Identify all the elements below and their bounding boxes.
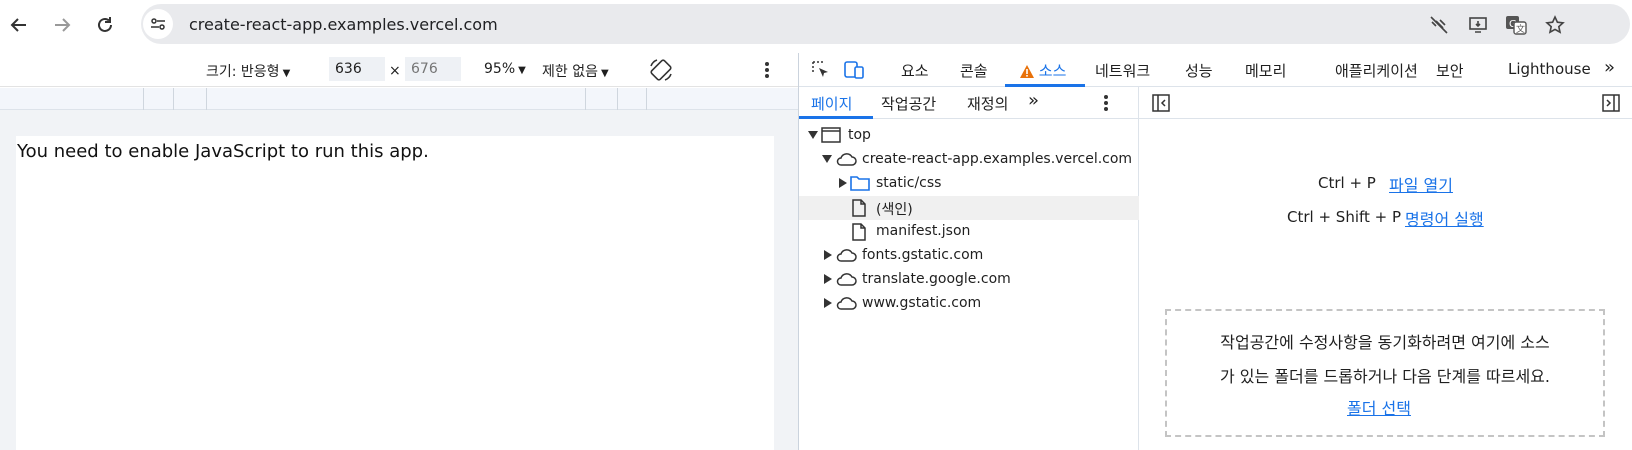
tab-security[interactable]: 보안	[1436, 60, 1464, 81]
more-options-icon[interactable]	[764, 61, 770, 79]
device-size-dropdown[interactable]: 크기: 반응형 ▼	[206, 61, 290, 81]
site-info-icon[interactable]	[143, 9, 173, 39]
tab-elements[interactable]: 요소	[901, 60, 929, 81]
tab-console[interactable]: 콘솔	[960, 60, 988, 81]
sources-editor-placeholder: Ctrl + P 파일 열기 Ctrl + Shift + P 명령어 실행 작…	[1139, 87, 1632, 450]
forward-icon[interactable]	[47, 10, 77, 40]
expand-arrow-icon[interactable]	[822, 155, 832, 163]
file-icon	[852, 223, 866, 241]
more-tabs-button[interactable]: »	[1604, 57, 1615, 78]
device-toolbar: 크기: 반응형▼ × 95%▼ 제한 없음▼	[0, 53, 798, 87]
tab-workspace[interactable]: 작업공간	[881, 93, 936, 114]
warning-icon	[1020, 65, 1034, 78]
file-icon	[852, 199, 866, 217]
tab-memory[interactable]: 메모리	[1245, 60, 1286, 81]
collapse-arrow-icon[interactable]	[839, 178, 847, 188]
collapse-arrow-icon[interactable]	[824, 298, 832, 308]
open-file-link[interactable]: 파일 열기	[1389, 172, 1453, 196]
drop-instructions-line1: 작업공간에 수정사항을 동기화하려면 여기에 소스	[1220, 333, 1550, 352]
tree-item-translate[interactable]: translate.google.com	[799, 268, 1139, 292]
tab-overrides[interactable]: 재정의	[967, 93, 1008, 114]
toggle-debugger-icon[interactable]	[1601, 93, 1621, 113]
tree-item-static-css[interactable]: static/css	[799, 172, 1139, 196]
rotate-icon[interactable]	[648, 57, 674, 83]
tree-item-manifest[interactable]: manifest.json	[799, 220, 1139, 244]
devtools-panel: 요소 콘솔 소스 네트워크 성능 메모리 애플리케이션 보안 Lighthous…	[798, 53, 1632, 450]
cloud-icon	[836, 153, 857, 166]
url-text[interactable]: create-react-app.examples.vercel.com	[189, 15, 498, 34]
tab-network[interactable]: 네트워크	[1095, 60, 1150, 81]
cloud-icon	[836, 273, 857, 286]
tree-item-origin[interactable]: create-react-app.examples.vercel.com	[799, 148, 1139, 172]
sources-navigator: 페이지 작업공간 재정의 » top create-react-app.exam…	[799, 87, 1139, 450]
frame-icon	[821, 127, 841, 143]
browser-toolbar: create-react-app.examples.vercel.com G文	[0, 0, 1632, 50]
select-folder-link[interactable]: 폴더 선택	[1347, 395, 1411, 419]
tree-item-gstatic[interactable]: www.gstatic.com	[799, 292, 1139, 316]
cloud-icon	[836, 249, 857, 262]
back-icon[interactable]	[4, 10, 34, 40]
tab-lighthouse[interactable]: Lighthouse	[1508, 60, 1591, 78]
viewport-width-input[interactable]	[329, 57, 385, 81]
install-app-icon[interactable]	[1467, 14, 1489, 36]
cloud-icon	[836, 297, 857, 310]
inspect-element-icon[interactable]	[811, 60, 831, 80]
tree-item-index[interactable]: (색인)	[799, 196, 1139, 220]
noscript-message: You need to enable JavaScript to run thi…	[17, 141, 429, 162]
tab-performance[interactable]: 성능	[1185, 60, 1213, 81]
editor-toolbar	[1139, 87, 1632, 119]
collapse-arrow-icon[interactable]	[824, 274, 832, 284]
svg-text:文: 文	[1516, 23, 1525, 35]
tab-sources[interactable]: 소스	[1020, 60, 1066, 81]
reload-icon[interactable]	[90, 10, 120, 40]
active-subtab-indicator	[799, 116, 873, 119]
zoom-dropdown[interactable]: 95% ▼	[484, 61, 526, 77]
open-file-shortcut: Ctrl + P	[1318, 174, 1376, 192]
toggle-navigator-icon[interactable]	[1151, 93, 1171, 113]
emulated-page: You need to enable JavaScript to run thi…	[16, 136, 774, 450]
drop-instructions-line2: 가 있는 폴더를 드롭하거나 다음 단계를 따르세요.	[1219, 367, 1550, 386]
more-subtabs-button[interactable]: »	[1028, 90, 1039, 111]
folder-drop-zone[interactable]: 작업공간에 수정사항을 동기화하려면 여기에 소스 가 있는 폴더를 드롭하거나…	[1165, 309, 1605, 437]
translate-icon[interactable]: G文	[1505, 14, 1527, 36]
devtools-tab-bar: 요소 콘솔 소스 네트워크 성능 메모리 애플리케이션 보안 Lighthous…	[799, 53, 1632, 87]
tab-page[interactable]: 페이지	[811, 93, 852, 114]
media-query-ruler[interactable]	[0, 88, 798, 110]
address-bar[interactable]: create-react-app.examples.vercel.com G文	[141, 4, 1630, 44]
collapse-arrow-icon[interactable]	[824, 250, 832, 260]
dimension-separator: ×	[389, 63, 401, 79]
folder-icon	[850, 176, 870, 191]
device-toggle-icon[interactable]	[843, 60, 865, 80]
no-tracking-icon[interactable]	[1428, 14, 1450, 36]
tree-item-top[interactable]: top	[799, 124, 1139, 148]
tree-item-fonts[interactable]: fonts.gstatic.com	[799, 244, 1139, 268]
viewport-height-input[interactable]	[405, 57, 461, 81]
bookmark-star-icon[interactable]	[1544, 14, 1566, 36]
tab-application[interactable]: 애플리케이션	[1335, 60, 1418, 81]
run-command-link[interactable]: 명령어 실행	[1405, 206, 1484, 230]
navigator-menu-icon[interactable]	[1103, 94, 1109, 112]
navigator-tab-bar: 페이지 작업공간 재정의 »	[799, 87, 1139, 119]
expand-arrow-icon[interactable]	[808, 131, 818, 139]
throttle-dropdown[interactable]: 제한 없음 ▼	[542, 61, 609, 81]
run-command-shortcut: Ctrl + Shift + P	[1287, 208, 1402, 226]
